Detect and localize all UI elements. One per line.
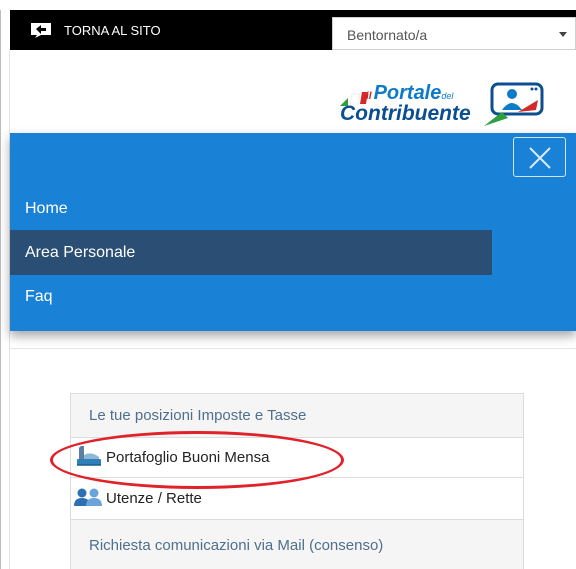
panel-header: Le tue posizioni Imposte e Tasse bbox=[71, 394, 523, 438]
citizen-emblem-icon bbox=[484, 82, 544, 126]
chevron-down-icon bbox=[559, 32, 567, 37]
user-menu-select[interactable]: Bentornato/a bbox=[332, 17, 576, 50]
close-menu-button[interactable] bbox=[513, 137, 566, 177]
logo-line-2: Contribuente bbox=[340, 102, 471, 125]
page-left-border bbox=[0, 10, 1, 569]
nav-item-area-personale[interactable]: Area Personale bbox=[10, 230, 492, 275]
list-item-label: Utenze / Rette bbox=[106, 490, 202, 507]
content-divider bbox=[10, 348, 576, 349]
logo-main: Portale bbox=[373, 82, 442, 104]
red-annotation-ellipse bbox=[50, 431, 344, 489]
nav-item-home[interactable]: Home bbox=[10, 186, 492, 231]
close-icon bbox=[529, 147, 551, 169]
user-menu-value: Bentornato/a bbox=[347, 27, 428, 43]
portale-contribuente-logo[interactable]: il Portaledel Contribuente bbox=[336, 80, 550, 130]
logo-suffix: del bbox=[441, 91, 454, 101]
list-item-richiesta-mail[interactable]: Richiesta comunicazioni via Mail (consen… bbox=[71, 520, 523, 569]
back-arrow-icon bbox=[31, 23, 51, 38]
main-navigation: Home Area Personale Faq bbox=[10, 133, 576, 331]
back-to-site-link[interactable]: TORNA AL SITO bbox=[30, 20, 161, 40]
nav-item-faq[interactable]: Faq bbox=[10, 274, 492, 319]
users-icon bbox=[73, 487, 103, 511]
top-bar: TORNA AL SITO Bentornato/a bbox=[10, 10, 576, 50]
logo-prefix: il bbox=[366, 91, 372, 102]
back-to-site-label: TORNA AL SITO bbox=[64, 22, 161, 38]
